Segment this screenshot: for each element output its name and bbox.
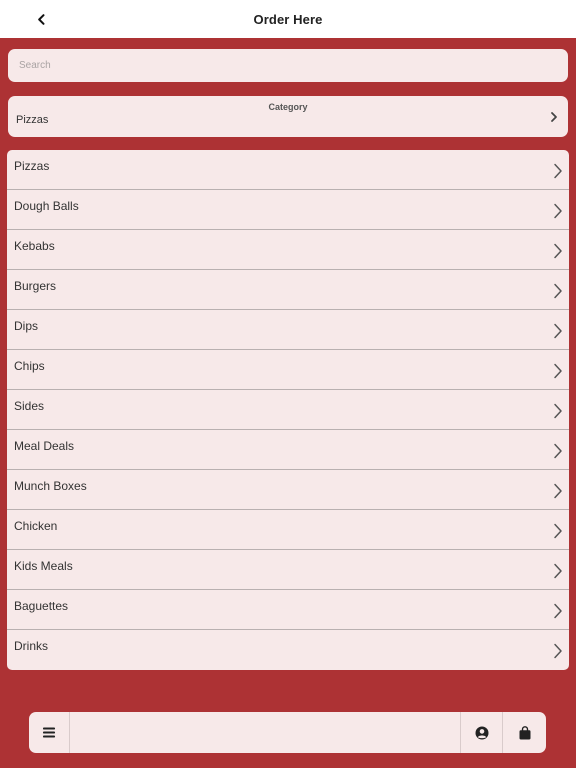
page-title: Order Here — [253, 11, 323, 27]
menu-category-list: Pizzas Dough Balls Kebabs Burgers Dips Chips S… — [7, 150, 569, 670]
list-item[interactable]: Chicken — [7, 510, 569, 550]
chevron-left-icon — [37, 13, 44, 25]
cart-button[interactable] — [502, 712, 546, 753]
list-item[interactable]: Burgers — [7, 270, 569, 310]
shopping-bag-icon — [519, 725, 530, 739]
list-item-label: Dough Balls — [14, 199, 79, 213]
list-item[interactable]: Kids Meals — [7, 550, 569, 590]
chevron-right-icon — [554, 443, 562, 459]
list-item-label: Pizzas — [14, 159, 50, 173]
list-item-label: Chicken — [14, 519, 58, 533]
chevron-right-icon — [551, 112, 557, 122]
list-item-label: Burgers — [14, 279, 57, 293]
chevron-right-icon — [554, 603, 562, 619]
chevron-right-icon — [554, 203, 562, 219]
chevron-right-icon — [554, 283, 562, 299]
list-item-label: Baguettes — [14, 599, 69, 613]
back-button[interactable] — [30, 7, 52, 31]
list-item[interactable]: Pizzas — [7, 150, 569, 190]
app-root: Order Here Category Pizzas Pizzas Dough B… — [0, 0, 576, 768]
list-item-label: Meal Deals — [14, 439, 75, 453]
chevron-right-icon — [554, 163, 562, 179]
chevron-right-icon — [554, 523, 562, 539]
list-item-label: Kids Meals — [14, 559, 73, 573]
list-item[interactable]: Baguettes — [7, 590, 569, 630]
list-item[interactable]: Meal Deals — [7, 430, 569, 470]
list-item[interactable]: Munch Boxes — [7, 470, 569, 510]
list-item[interactable]: Chips — [7, 350, 569, 390]
chevron-right-icon — [554, 643, 562, 659]
list-item-label: Kebabs — [14, 239, 55, 253]
list-item[interactable]: Dips — [7, 310, 569, 350]
list-item-label: Munch Boxes — [14, 479, 87, 493]
chevron-right-icon — [554, 563, 562, 579]
account-button[interactable] — [460, 712, 502, 753]
category-selector[interactable]: Category Pizzas — [8, 96, 568, 137]
header-bar: Order Here — [0, 0, 576, 38]
list-item[interactable]: Sides — [7, 390, 569, 430]
list-item[interactable]: Kebabs — [7, 230, 569, 270]
chevron-right-icon — [554, 243, 562, 259]
search-input[interactable] — [8, 49, 568, 82]
chevron-right-icon — [554, 363, 562, 379]
bottom-toolbar — [29, 712, 546, 753]
user-account-icon — [475, 726, 488, 739]
list-item-label: Dips — [14, 319, 39, 333]
list-item-label: Sides — [14, 399, 45, 413]
list-item[interactable]: Drinks — [7, 630, 569, 670]
list-item-label: Chips — [14, 359, 45, 373]
category-heading: Category — [268, 102, 308, 112]
category-selected-value: Pizzas — [16, 114, 49, 126]
chevron-right-icon — [554, 323, 562, 339]
hamburger-menu-icon — [42, 727, 55, 738]
list-item[interactable]: Dough Balls — [7, 190, 569, 230]
list-item-label: Drinks — [14, 639, 49, 653]
chevron-right-icon — [554, 403, 562, 419]
menu-button[interactable] — [29, 712, 70, 753]
chevron-right-icon — [554, 483, 562, 499]
